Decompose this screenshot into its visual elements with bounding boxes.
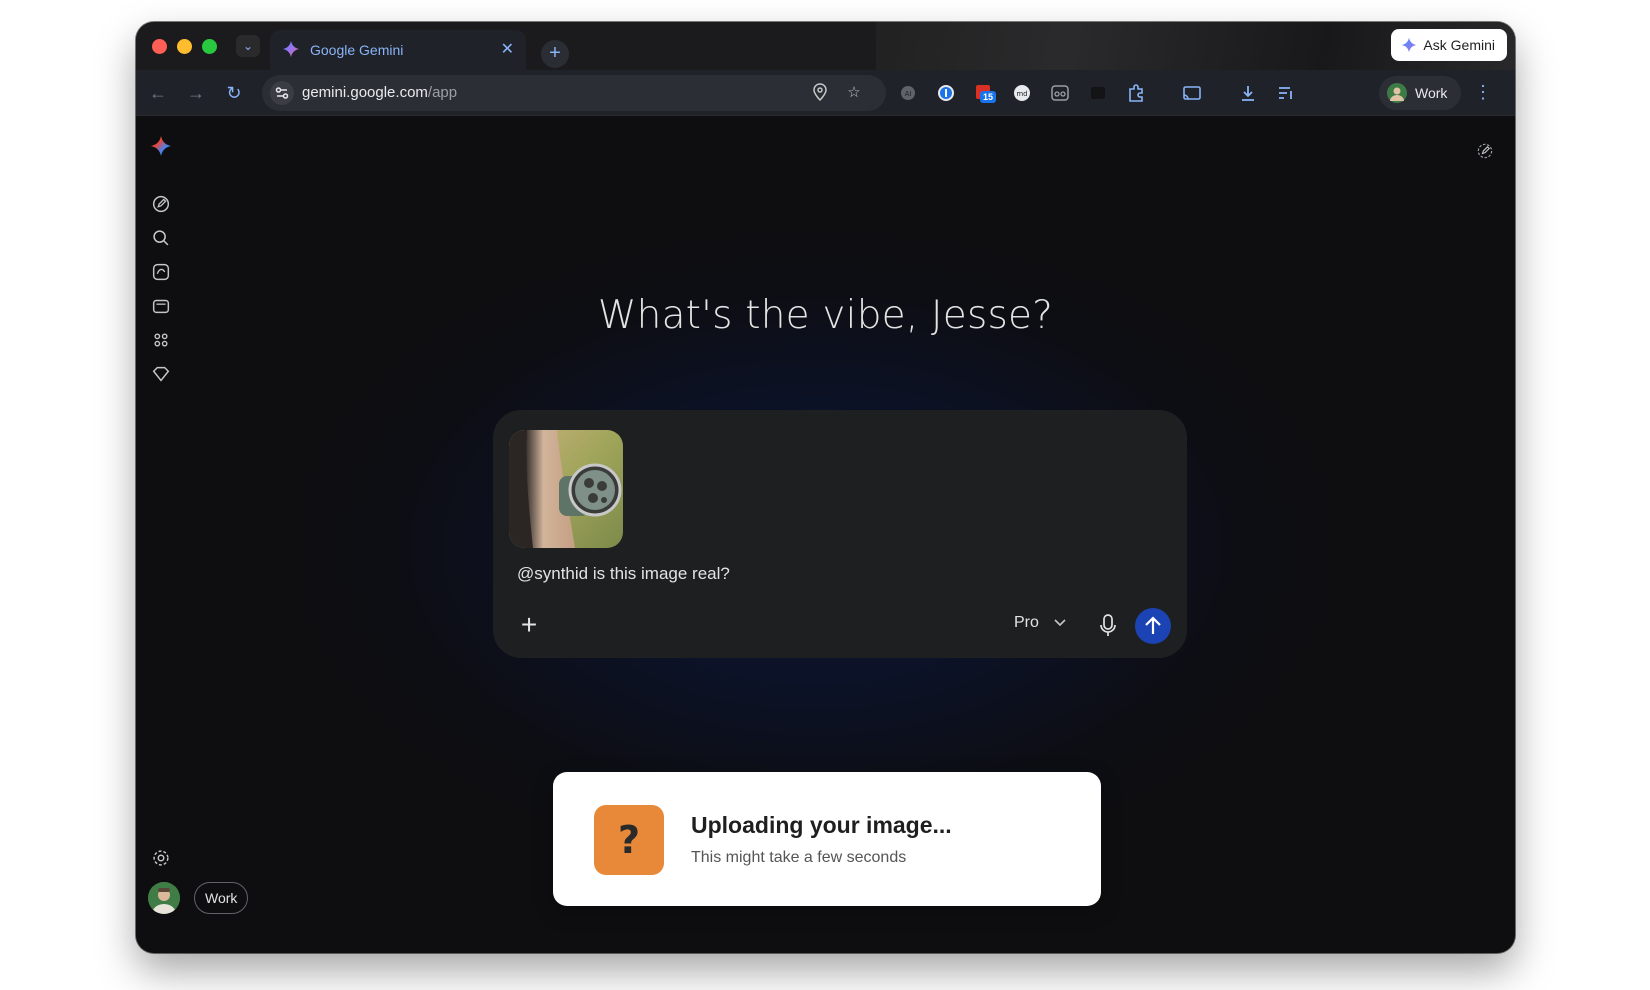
bookmark-star-icon[interactable]: ☆ bbox=[844, 83, 864, 103]
reader-extension-icon[interactable] bbox=[1050, 83, 1070, 103]
cast-icon[interactable] bbox=[1182, 83, 1202, 103]
user-avatar[interactable] bbox=[148, 882, 180, 914]
url-host: gemini.google.com bbox=[302, 84, 428, 101]
new-tab-button[interactable]: + bbox=[541, 40, 569, 68]
model-selector[interactable]: Pro bbox=[1014, 614, 1067, 632]
ask-gemini-button[interactable]: Ask Gemini bbox=[1391, 29, 1507, 61]
password-manager-icon[interactable] bbox=[936, 83, 956, 103]
prompt-composer: @synthid is this image real? + Pro bbox=[493, 410, 1187, 658]
watch-photo-image bbox=[509, 430, 623, 548]
forward-arrow-icon[interactable]: → bbox=[182, 79, 210, 107]
profile-avatar-icon bbox=[1387, 83, 1407, 103]
calendar-extension-icon[interactable]: 15 bbox=[974, 83, 997, 103]
url-text: gemini.google.com/app bbox=[302, 84, 457, 101]
toast-title: Uploading your image... bbox=[691, 812, 952, 838]
upload-toast: ? Uploading your image... This might tak… bbox=[553, 772, 1101, 906]
tab-close-icon[interactable]: ✕ bbox=[501, 39, 514, 59]
markdown-extension-icon[interactable]: md bbox=[1012, 83, 1032, 103]
prompt-input[interactable]: @synthid is this image real? bbox=[517, 564, 730, 584]
model-label: Pro bbox=[1014, 614, 1039, 631]
gemini-sparkle-icon bbox=[1402, 37, 1417, 53]
site-settings-icon[interactable] bbox=[270, 81, 294, 105]
chevron-down-icon bbox=[1054, 619, 1066, 627]
reload-icon[interactable]: ↻ bbox=[220, 79, 248, 107]
gem-diamond-icon[interactable] bbox=[150, 363, 172, 385]
dark-extension-icon[interactable] bbox=[1088, 83, 1108, 103]
greeting-heading: What's the vibe, Jesse? bbox=[597, 293, 1054, 338]
extension-badge: 15 bbox=[980, 91, 997, 103]
url-path: /app bbox=[427, 84, 458, 101]
gemini-favicon-icon bbox=[282, 40, 300, 58]
browser-toolbar: ← → ↻ gemini.google.com/app ☆ AI 15 md W… bbox=[136, 70, 1515, 116]
microphone-icon[interactable] bbox=[1093, 610, 1123, 640]
svg-text:AI: AI bbox=[905, 90, 912, 98]
extensions-puzzle-icon[interactable] bbox=[1126, 83, 1146, 103]
edit-pencil-icon[interactable] bbox=[1475, 141, 1495, 161]
question-mark-icon: ? bbox=[594, 805, 664, 875]
reading-list-icon[interactable] bbox=[1276, 83, 1296, 103]
browser-menu-icon[interactable]: ⋮ bbox=[1474, 82, 1492, 103]
address-bar[interactable]: gemini.google.com/app ☆ bbox=[262, 75, 886, 111]
add-attachment-plus-icon[interactable]: + bbox=[515, 611, 543, 640]
new-chat-icon[interactable] bbox=[150, 193, 172, 215]
gems-icon[interactable] bbox=[150, 261, 172, 283]
minimize-window-button[interactable] bbox=[177, 39, 192, 54]
attached-image-thumbnail[interactable] bbox=[509, 430, 623, 548]
back-arrow-icon[interactable]: ← bbox=[144, 79, 172, 107]
close-window-button[interactable] bbox=[152, 39, 167, 54]
download-icon[interactable] bbox=[1238, 83, 1258, 103]
profile-label: Work bbox=[1415, 85, 1448, 101]
tab-search-chevron-icon[interactable]: ⌄ bbox=[236, 35, 260, 57]
search-icon[interactable] bbox=[150, 227, 172, 249]
toast-subtitle: This might take a few seconds bbox=[691, 849, 907, 866]
settings-gear-icon[interactable] bbox=[150, 847, 172, 869]
maximize-window-button[interactable] bbox=[202, 39, 217, 54]
browser-profile-chip[interactable]: Work bbox=[1379, 76, 1462, 110]
tab-strip: ⌄ Google Gemini ✕ + Ask Gemini bbox=[136, 22, 1515, 70]
tab-title: Google Gemini bbox=[310, 42, 404, 58]
send-button[interactable] bbox=[1135, 608, 1171, 644]
location-pin-icon[interactable] bbox=[810, 83, 830, 103]
extension-ai-icon[interactable]: AI bbox=[898, 83, 918, 103]
svg-text:md: md bbox=[1016, 90, 1027, 98]
account-switcher-pill[interactable]: Work bbox=[194, 882, 249, 914]
gemini-logo-icon[interactable] bbox=[150, 135, 172, 157]
ask-gemini-label: Ask Gemini bbox=[1423, 37, 1495, 53]
tab-google-gemini[interactable]: Google Gemini ✕ bbox=[270, 30, 526, 70]
arrow-up-icon bbox=[1145, 616, 1161, 634]
